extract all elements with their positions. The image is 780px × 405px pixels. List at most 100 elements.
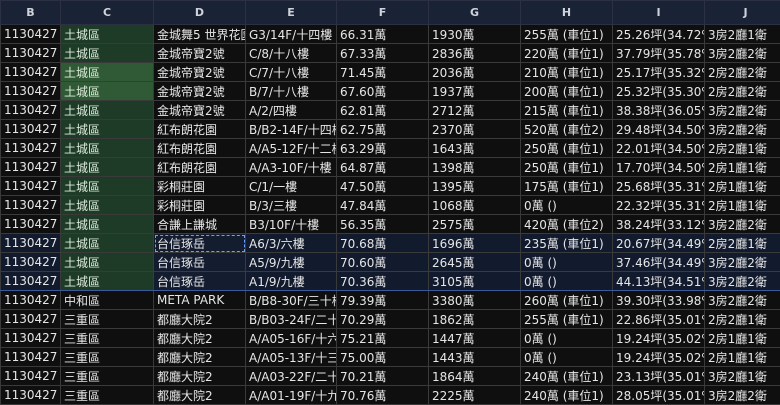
district-cell[interactable]: 三重區 — [60, 366, 154, 386]
area-cell[interactable]: 25.17坪(35.32%) — [612, 62, 705, 82]
unit-floor-cell[interactable]: A/A05-16F/十六樓 — [245, 328, 337, 348]
project-cell[interactable]: 台信琢岳 — [153, 252, 246, 272]
district-cell[interactable]: 土城區 — [60, 233, 154, 253]
project-cell[interactable]: 紅布朗花園 — [153, 119, 246, 139]
layout-cell[interactable]: 3房2廳2衛 — [704, 290, 780, 310]
unit-floor-cell[interactable]: A5/9/九樓 — [245, 252, 337, 272]
unit-price-cell[interactable]: 70.68萬 — [336, 233, 429, 253]
unit-price-cell[interactable]: 47.50萬 — [336, 176, 429, 196]
project-cell[interactable]: 合謙上謙城 — [153, 214, 246, 234]
unit-floor-cell[interactable]: G3/14F/十四樓 — [245, 24, 337, 44]
project-cell[interactable]: 彩桐莊園 — [153, 195, 246, 215]
layout-cell[interactable]: 2房2廳2衛 — [704, 81, 780, 101]
unit-floor-cell[interactable]: A/2/四樓 — [245, 100, 337, 120]
column-header-f[interactable]: F — [336, 0, 429, 25]
unit-price-cell[interactable]: 62.81萬 — [336, 100, 429, 120]
date-cell[interactable]: 1130427 — [0, 100, 61, 120]
district-cell[interactable]: 土城區 — [60, 100, 154, 120]
unit-price-cell[interactable]: 64.87萬 — [336, 157, 429, 177]
area-cell[interactable]: 39.30坪(33.98%) — [612, 290, 705, 310]
total-price-cell[interactable]: 3105萬 — [428, 271, 521, 291]
district-cell[interactable]: 土城區 — [60, 214, 154, 234]
total-price-cell[interactable]: 1862萬 — [428, 309, 521, 329]
project-cell[interactable]: 台信琢岳 — [153, 271, 246, 291]
parking-cell[interactable]: 210萬 (車位1) — [520, 62, 613, 82]
project-cell[interactable]: 金城帝寶2號 — [153, 100, 246, 120]
parking-cell[interactable]: 250萬 (車位1) — [520, 138, 613, 158]
unit-price-cell[interactable]: 75.21萬 — [336, 328, 429, 348]
date-cell[interactable]: 1130427 — [0, 138, 61, 158]
area-cell[interactable]: 20.67坪(34.49%) — [612, 233, 705, 253]
area-cell[interactable]: 23.13坪(35.01%) — [612, 366, 705, 386]
parking-cell[interactable]: 220萬 (車位1) — [520, 43, 613, 63]
total-price-cell[interactable]: 2645萬 — [428, 252, 521, 272]
total-price-cell[interactable]: 1447萬 — [428, 328, 521, 348]
parking-cell[interactable]: 175萬 (車位1) — [520, 176, 613, 196]
column-header-b[interactable]: B — [0, 0, 61, 25]
column-header-g[interactable]: G — [428, 0, 521, 25]
unit-floor-cell[interactable]: A/A5-12F/十二樓 — [245, 138, 337, 158]
date-cell[interactable]: 1130427 — [0, 271, 61, 291]
area-cell[interactable]: 38.24坪(33.12%) — [612, 214, 705, 234]
date-cell[interactable]: 1130427 — [0, 385, 61, 405]
parking-cell[interactable]: 0萬 () — [520, 195, 613, 215]
area-cell[interactable]: 19.24坪(35.02%) — [612, 328, 705, 348]
layout-cell[interactable]: 2房2廳1衛 — [704, 233, 780, 253]
project-cell[interactable]: 金城舞5 世界花園 — [153, 24, 246, 44]
area-cell[interactable]: 25.32坪(35.30%) — [612, 81, 705, 101]
date-cell[interactable]: 1130427 — [0, 119, 61, 139]
district-cell[interactable]: 土城區 — [60, 252, 154, 272]
date-cell[interactable]: 1130427 — [0, 233, 61, 253]
layout-cell[interactable]: 3房2廳2衛 — [704, 252, 780, 272]
layout-cell[interactable]: 2房1廳1衛 — [704, 176, 780, 196]
date-cell[interactable]: 1130427 — [0, 290, 61, 310]
total-price-cell[interactable]: 3380萬 — [428, 290, 521, 310]
parking-cell[interactable]: 255萬 (車位1) — [520, 24, 613, 44]
layout-cell[interactable]: 2房2廳2衛 — [704, 62, 780, 82]
total-price-cell[interactable]: 2836萬 — [428, 43, 521, 63]
district-cell[interactable]: 三重區 — [60, 385, 154, 405]
layout-cell[interactable]: 2房1廳1衛 — [704, 328, 780, 348]
layout-cell[interactable]: 2房2廳1衛 — [704, 138, 780, 158]
date-cell[interactable]: 1130427 — [0, 252, 61, 272]
area-cell[interactable]: 19.24坪(35.02%) — [612, 347, 705, 367]
project-cell[interactable]: 紅布朗花園 — [153, 157, 246, 177]
project-cell[interactable]: 金城帝寶2號 — [153, 62, 246, 82]
unit-price-cell[interactable]: 67.33萬 — [336, 43, 429, 63]
layout-cell[interactable]: 3房2廳1衛 — [704, 24, 780, 44]
column-header-j[interactable]: J — [704, 0, 780, 25]
area-cell[interactable]: 28.05坪(35.01%) — [612, 385, 705, 405]
project-cell[interactable]: 都廳大院2 — [153, 347, 246, 367]
project-cell[interactable]: META PARK — [153, 290, 246, 310]
date-cell[interactable]: 1130427 — [0, 195, 61, 215]
total-price-cell[interactable]: 1930萬 — [428, 24, 521, 44]
layout-cell[interactable]: 3房2廳2衛 — [704, 271, 780, 291]
total-price-cell[interactable]: 1395萬 — [428, 176, 521, 196]
area-cell[interactable]: 17.70坪(34.50%) — [612, 157, 705, 177]
unit-price-cell[interactable]: 75.00萬 — [336, 347, 429, 367]
project-cell[interactable]: 紅布朗花園 — [153, 138, 246, 158]
project-cell[interactable]: 都廳大院2 — [153, 309, 246, 329]
parking-cell[interactable]: 250萬 (車位1) — [520, 157, 613, 177]
layout-cell[interactable]: 2房2廳1衛 — [704, 309, 780, 329]
total-price-cell[interactable]: 1398萬 — [428, 157, 521, 177]
column-header-i[interactable]: I — [612, 0, 705, 25]
unit-price-cell[interactable]: 71.45萬 — [336, 62, 429, 82]
parking-cell[interactable]: 255萬 (車位1) — [520, 309, 613, 329]
area-cell[interactable]: 44.13坪(34.51%) — [612, 271, 705, 291]
unit-price-cell[interactable]: 56.35萬 — [336, 214, 429, 234]
total-price-cell[interactable]: 2575萬 — [428, 214, 521, 234]
district-cell[interactable]: 土城區 — [60, 138, 154, 158]
date-cell[interactable]: 1130427 — [0, 43, 61, 63]
district-cell[interactable]: 三重區 — [60, 328, 154, 348]
unit-floor-cell[interactable]: B/B2-14F/十四樓 — [245, 119, 337, 139]
unit-price-cell[interactable]: 63.29萬 — [336, 138, 429, 158]
unit-floor-cell[interactable]: B/B03-24F/二十四樓 — [245, 309, 337, 329]
unit-price-cell[interactable]: 66.31萬 — [336, 24, 429, 44]
layout-cell[interactable]: 3房2廳2衛 — [704, 119, 780, 139]
district-cell[interactable]: 土城區 — [60, 176, 154, 196]
column-header-h[interactable]: H — [520, 0, 613, 25]
parking-cell[interactable]: 200萬 (車位1) — [520, 81, 613, 101]
district-cell[interactable]: 土城區 — [60, 24, 154, 44]
layout-cell[interactable]: 2房1廳1衛 — [704, 157, 780, 177]
